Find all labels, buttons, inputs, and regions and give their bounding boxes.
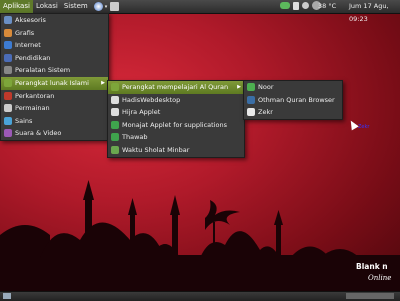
quran-menu-item[interactable]: Noor [244,81,342,94]
applications-menu-button[interactable]: Aplikasi [0,0,33,13]
quran-menu-item-label: Noor [258,83,274,91]
prayer-time-icon [111,145,119,154]
islamic-menu-item-label: Monajat Applet for supplications [122,120,227,129]
applications-menu-item[interactable]: Peralatan Sistem [1,64,108,77]
quran-tools-submenu: Noor Othman Quran Browser Zekr [243,80,343,120]
applications-menu-item[interactable]: Permainan [1,102,108,115]
applications-menu-item-label: Pendidikan [15,53,51,62]
network-icon[interactable] [293,1,299,10]
show-desktop-icon[interactable] [3,293,11,299]
system-tools-icon [4,66,12,75]
games-icon [4,104,12,113]
applications-menu-item-label: Suara & Video [15,129,62,138]
othman-icon [247,95,255,104]
cursor-tooltip-label: Zekr [358,124,370,130]
quran-menu-item-label: Othman Quran Browser [258,95,335,104]
thawab-icon [111,133,119,142]
applications-menu-item[interactable]: Suara & Video [1,127,108,140]
islamic-menu-item[interactable]: Perangkat mempelajari Al Quran ▶ [108,81,244,94]
quran-menu-item[interactable]: Zekr [244,106,342,119]
islamic-menu-item[interactable]: Hijra Applet [108,106,244,119]
applications-menu-item[interactable]: Sains [1,115,108,128]
science-icon [4,116,12,125]
sound-video-icon [4,129,12,138]
submenu-arrow-icon: ▶ [101,79,105,86]
islamic-menu-item-label: Waktu Sholat Minbar [122,145,190,154]
education-icon [4,53,12,62]
submenu-arrow-icon: ▶ [237,84,241,90]
islamic-software-icon [4,78,12,87]
applications-menu-item[interactable]: Perangkat lunak Islami ▶ [1,76,108,90]
islamic-menu-item[interactable]: HadisWebdesktop [108,94,244,107]
system-tray [280,1,321,10]
noor-icon [247,83,255,91]
applications-menu-item[interactable]: Pendidikan [1,52,108,65]
chat-icon[interactable] [280,2,290,9]
hadith-icon [111,95,119,104]
applications-menu-item[interactable]: Perkantoran [1,90,108,103]
quran-tools-icon [111,83,119,91]
applications-menu-item-label: Grafis [15,28,35,37]
quran-menu-item-label: Zekr [258,108,273,117]
accessories-icon [4,16,12,24]
islamic-menu-item-label: Thawab [122,133,148,142]
top-panel: Aplikasi Lokasi Sistem ▾ [0,0,400,14]
applications-menu-item-label: Peralatan Sistem [15,66,71,75]
zekr-icon [247,108,255,117]
web-browser-icon[interactable] [93,2,103,11]
workspace-switcher[interactable] [346,293,394,299]
applications-menu-item-label: Sains [15,116,33,125]
graphics-icon [4,28,12,37]
applications-menu-item-label: Internet [15,41,41,50]
islamic-menu-item-label: HadisWebdesktop [122,95,181,104]
places-menu-button[interactable]: Lokasi [33,0,61,13]
islamic-menu-item[interactable]: Monajat Applet for supplications [108,119,244,132]
applications-menu-item-label: Perkantoran [15,91,55,100]
temperature-label: 38 °C [318,2,337,10]
applications-menu-item[interactable]: Grafis [1,27,108,40]
applications-menu-item[interactable]: Internet [1,39,108,52]
brand-logo-subtitle: Online [368,274,392,282]
system-menu-button[interactable]: Sistem [61,0,91,13]
islamic-menu-item-label: Perangkat mempelajari Al Quran [122,83,229,91]
quran-menu-item[interactable]: Othman Quran Browser [244,94,342,107]
islamic-menu-item[interactable]: Waktu Sholat Minbar [108,144,244,157]
email-icon[interactable] [110,2,120,11]
islamic-software-submenu: Perangkat mempelajari Al Quran ▶ HadisWebd… [107,80,245,158]
applications-menu-item-label: Aksesoris [15,16,46,24]
brand-logo-text: Blank n [356,262,388,271]
applications-menu: Aksesoris Grafis Internet Pendidikan Peralat… [0,13,109,141]
applications-menu-item-label: Permainan [15,104,50,113]
islamic-menu-item[interactable]: Thawab [108,131,244,144]
internet-icon [4,41,12,50]
applications-menu-item[interactable]: Aksesoris [1,14,108,27]
islamic-menu-item-label: Hijra Applet [122,108,161,117]
dropdown-arrow-icon[interactable]: ▾ [105,4,108,10]
hijra-icon [111,108,119,117]
applications-menu-item-label: Perangkat lunak Islami [15,78,89,87]
monajat-icon [111,120,119,129]
office-icon [4,91,12,100]
volume-icon[interactable] [302,2,309,9]
clock-label[interactable]: Jum 17 Agu, 09:23 [349,0,400,23]
